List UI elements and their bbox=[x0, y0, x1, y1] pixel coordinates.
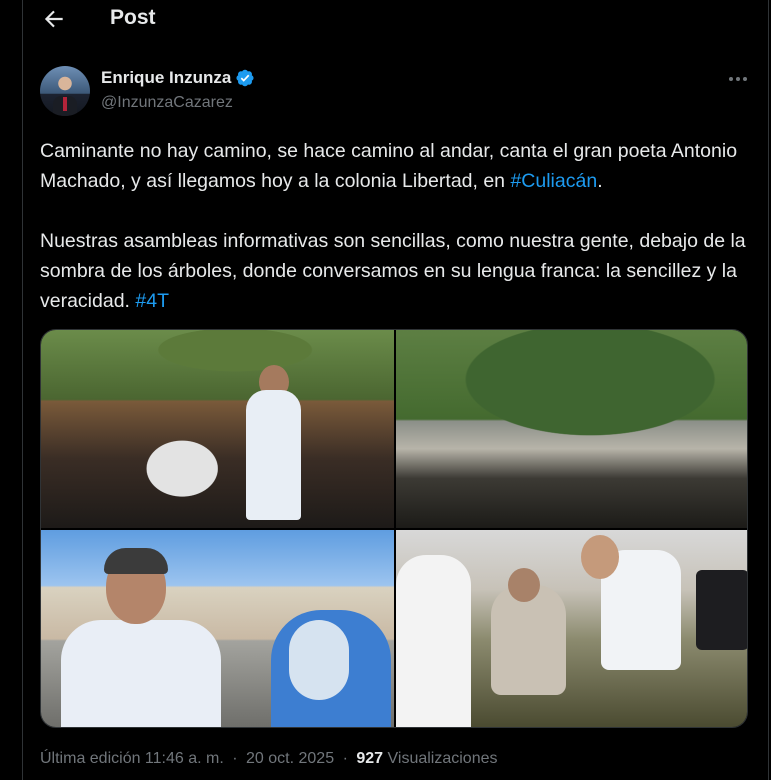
more-options-icon[interactable] bbox=[726, 70, 750, 88]
meta-separator-2: · bbox=[342, 750, 348, 767]
views-count: 927 bbox=[356, 750, 384, 767]
baby bbox=[289, 620, 349, 700]
speaker-head bbox=[581, 535, 619, 579]
photo-crowd-under-tree[interactable] bbox=[396, 330, 747, 528]
elder-head bbox=[508, 568, 540, 602]
media-grid bbox=[40, 329, 748, 728]
page-title: Post bbox=[110, 6, 156, 29]
photo-greeting-elder[interactable] bbox=[396, 530, 747, 727]
tweet-text: Caminante no hay camino, se hace camino … bbox=[40, 136, 755, 316]
arrow-left-icon[interactable] bbox=[41, 6, 67, 32]
speaker-shirt bbox=[61, 620, 221, 727]
seated-elder bbox=[491, 585, 566, 695]
photo-assembly-tree[interactable] bbox=[41, 330, 394, 528]
edited-label[interactable]: Última edición 11:46 a. m. bbox=[40, 750, 224, 767]
author-name[interactable]: Enrique Inzunza bbox=[101, 68, 231, 88]
author-handle[interactable]: @InzunzaCazarez bbox=[101, 94, 233, 112]
tweet-paragraph-2: Nuestras asambleas informativas son senc… bbox=[40, 226, 755, 316]
verified-badge-icon bbox=[236, 69, 254, 87]
speaker-shirt bbox=[246, 390, 301, 520]
photo-speaker-closeup[interactable] bbox=[41, 530, 394, 727]
post-meta: Última edición 11:46 a. m. · 20 oct. 202… bbox=[40, 750, 498, 768]
tweet-paragraph-1: Caminante no hay camino, se hace camino … bbox=[40, 136, 755, 196]
name-row: Enrique Inzunza bbox=[101, 68, 255, 88]
post-date[interactable]: 20 oct. 2025 bbox=[246, 750, 334, 767]
paragraph-1-text: Caminante no hay camino, se hace camino … bbox=[40, 140, 738, 192]
views-label[interactable]: Visualizaciones bbox=[388, 750, 498, 767]
speaker-hair bbox=[104, 548, 168, 574]
avatar-tie bbox=[63, 97, 67, 111]
paragraph-1-end: . bbox=[597, 170, 603, 192]
hashtag-4t[interactable]: #4T bbox=[135, 290, 169, 312]
author-block: Enrique Inzunza @InzunzaCazarez bbox=[40, 66, 750, 116]
hashtag-culiacan[interactable]: #Culiacán bbox=[510, 170, 597, 192]
foreground-person bbox=[396, 555, 471, 727]
meta-separator-1: · bbox=[232, 750, 238, 767]
post-column: Post Enrique Inzunza @InzunzaCazarez Cam… bbox=[22, 0, 769, 780]
avatar[interactable] bbox=[40, 66, 90, 116]
black-bag bbox=[696, 570, 747, 650]
post-header: Post bbox=[23, 0, 768, 40]
